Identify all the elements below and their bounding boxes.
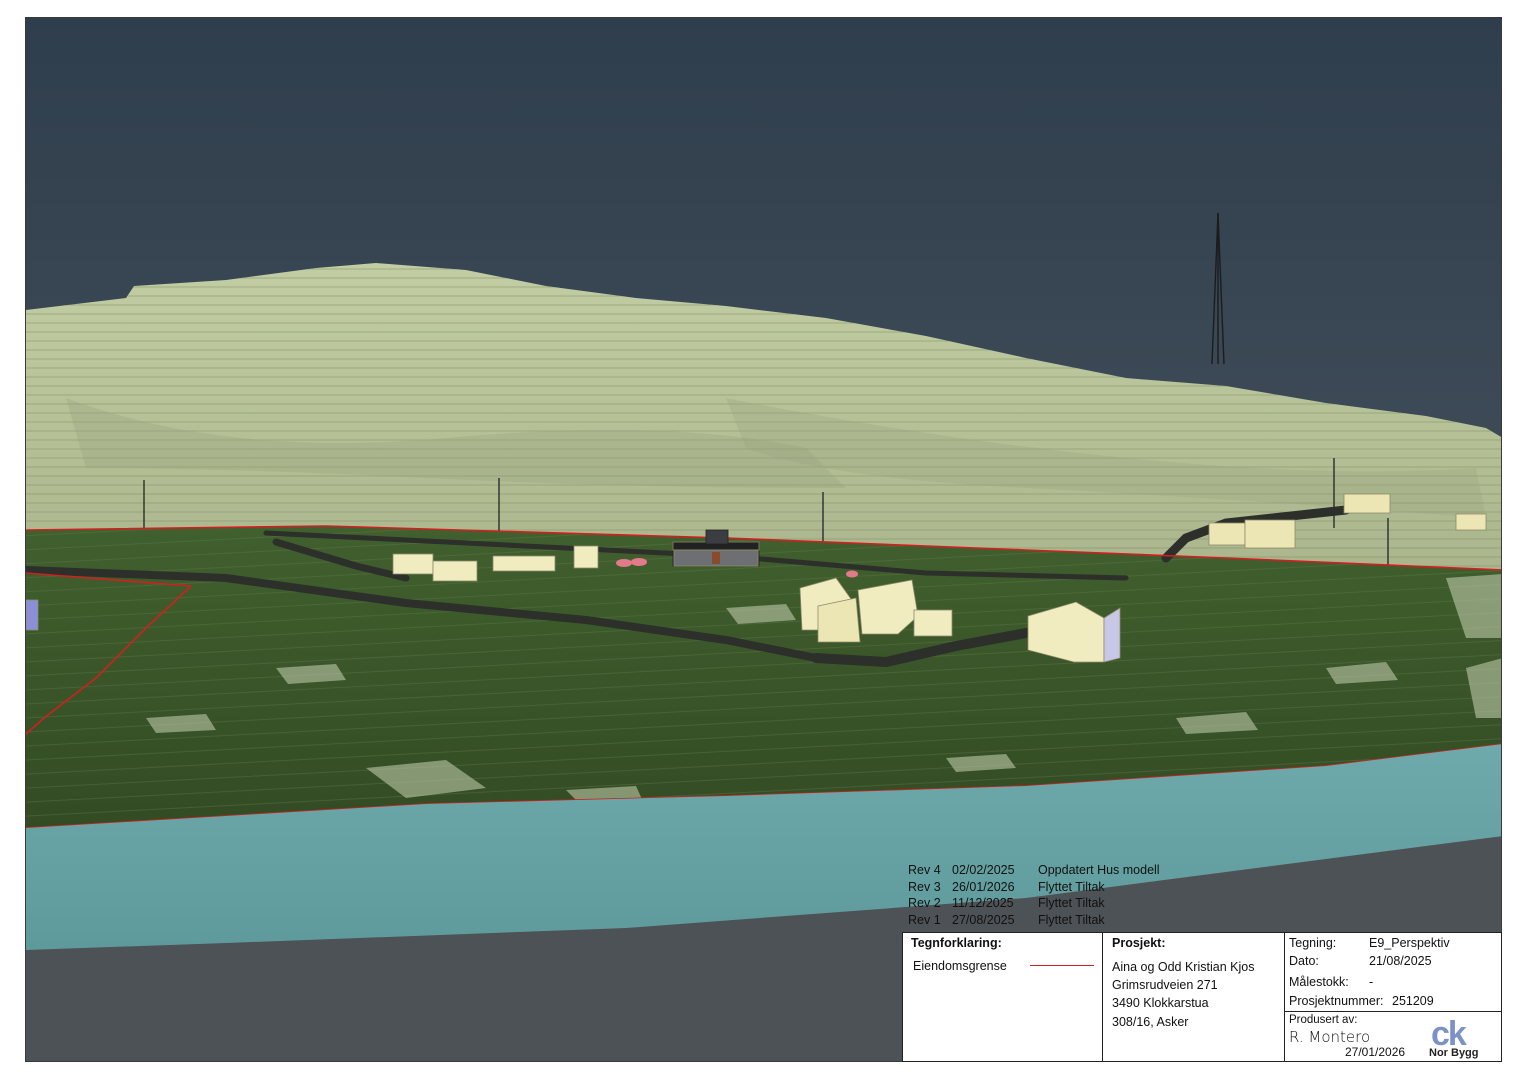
drawing-meta-panel: Tegning: E9_Perspektiv Dato: 21/08/2025 … — [1285, 933, 1501, 1061]
date-label: Dato: — [1289, 954, 1319, 968]
project-number-value: 251209 — [1392, 994, 1434, 1008]
revision-description: Flyttet Tiltak — [1038, 879, 1105, 894]
revision-date: 27/08/2025 — [952, 912, 1015, 927]
revision-description: Oppdatert Hus modell — [1038, 863, 1160, 877]
project-cadastre: 308/16, Asker — [1112, 1015, 1189, 1029]
revision-date: 26/01/2026 — [952, 879, 1015, 894]
revision-id: Rev 1 — [908, 912, 941, 927]
title-block: Tegnforklaring: Eiendomsgrense Prosjekt:… — [902, 932, 1502, 1062]
project-panel: Prosjekt: Aina og Odd Kristian Kjos Grim… — [1103, 933, 1285, 1061]
terrain-perspective-view — [26, 18, 1501, 1061]
revision-description: Flyttet Tiltak — [1038, 896, 1105, 910]
legend-heading: Tegnforklaring: — [911, 936, 1002, 950]
revision-date: 02/02/2025 — [952, 863, 1015, 877]
produced-by-name: R. Montero — [1289, 1028, 1371, 1046]
legend-item-label: Eiendomsgrense — [913, 959, 1007, 973]
revision-id: Rev 2 — [908, 896, 941, 910]
scale-value: - — [1369, 975, 1374, 989]
project-number-label: Prosjektnummer: — [1289, 994, 1384, 1008]
legend-panel: Tegnforklaring: Eiendomsgrense — [903, 933, 1103, 1061]
company-logo-mark: ck — [1431, 1015, 1467, 1053]
produced-by-label: Produsert av: — [1289, 1014, 1358, 1026]
company-logo-name: Nor Bygg — [1429, 1047, 1479, 1059]
revision-id: Rev 4 — [908, 863, 941, 877]
drawing-frame — [25, 17, 1502, 1062]
project-client: Aina og Odd Kristian Kjos — [1112, 960, 1255, 974]
revision-date: 11/12/2025 — [952, 896, 1014, 910]
drawing-label: Tegning: — [1289, 936, 1337, 950]
drawing-value: E9_Perspektiv — [1369, 936, 1450, 950]
project-heading: Prosjekt: — [1112, 936, 1166, 950]
date-value: 21/08/2025 — [1369, 954, 1432, 968]
revision-id: Rev 3 — [908, 879, 941, 894]
meta-divider — [1285, 1011, 1501, 1012]
project-address: Grimsrudveien 271 — [1112, 978, 1218, 992]
property-line-swatch — [1030, 965, 1094, 966]
scale-label: Målestokk: — [1289, 975, 1349, 989]
produced-date: 27/01/2026 — [1345, 1045, 1406, 1059]
project-postal: 3490 Klokkarstua — [1112, 996, 1209, 1010]
revision-description: Flyttet Tiltak — [1038, 912, 1105, 927]
